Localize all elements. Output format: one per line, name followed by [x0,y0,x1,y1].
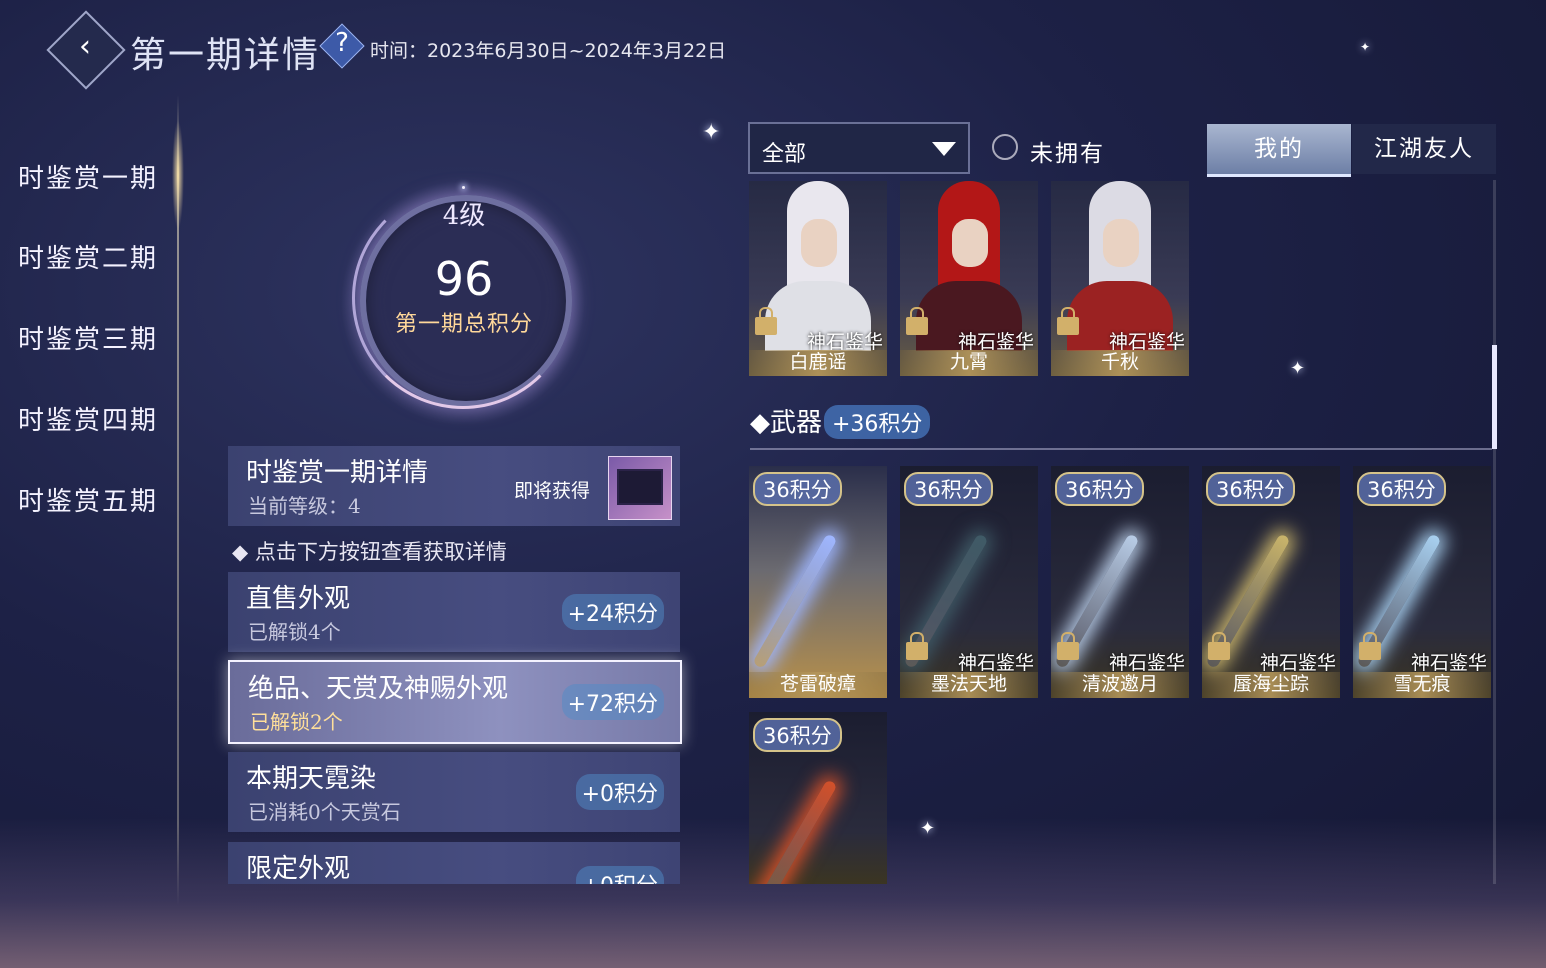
score-card-sub: 已解锁2个 [250,710,343,734]
sparkle-decor: ✦ [1360,40,1371,54]
lock-icon [755,307,777,335]
points-badge: 36积分 [1357,472,1446,506]
section-label: 武器 [770,408,823,438]
detail-card-level: 当前等级：4 [248,494,361,518]
sparkle-decor: ✦ [1290,358,1306,379]
points-badge: 36积分 [1206,472,1295,506]
weapon-art [752,779,838,884]
score-card-title: 绝品、天赏及神赐外观 [248,674,509,704]
dropdown-value: 全部 [762,142,807,167]
lock-icon [1208,632,1230,660]
score-card-direct[interactable]: 直售外观 已解锁4个 +24积分 [228,572,680,652]
nav-active-glow [172,120,184,230]
score-card-title: 本期天霓染 [246,764,377,794]
period-time: 时间：2023年6月30日~2024年3月22日 [370,40,727,62]
nav-item-period-4[interactable]: 时鉴赏四期 [18,400,158,437]
item-name: 九霄 [949,351,988,373]
character-face [801,219,837,267]
lock-icon [1359,632,1381,660]
period-detail-card[interactable]: 时鉴赏一期详情 当前等级：4 即将获得 [228,446,680,526]
weapon-item[interactable]: 36积分 神石鉴华 蜃海尘踪 [1202,466,1340,698]
hint-label: 点击下方按钮查看获取详情 [254,540,507,564]
nav-item-period-2[interactable]: 时鉴赏二期 [18,238,158,275]
page-title: 第一期详情 [130,35,321,76]
lock-icon [1057,632,1079,660]
score-card-sub: 已解锁4个 [248,620,341,644]
outfit-item[interactable]: 神石鉴华 千秋 [1051,181,1189,376]
item-name: 清波邀月 [1081,673,1158,695]
scrollbar-thumb[interactable] [1492,345,1497,449]
tab-friends[interactable]: 江湖友人 [1352,124,1496,174]
section-divider [750,448,1492,450]
item-name: 千秋 [1100,351,1139,373]
score-card-premium[interactable]: 绝品、天赏及神赐外观 已解锁2个 +72积分 [228,660,682,744]
weapon-item[interactable]: 36积分 神石鉴华 雪无痕 [1353,466,1491,698]
weapon-item[interactable]: 36积分 神石鉴华 清波邀月 [1051,466,1189,698]
unowned-radio[interactable] [992,134,1018,160]
score-card-points: +24积分 [561,594,664,630]
nav-item-period-1[interactable]: 时鉴赏一期 [18,158,158,195]
scrollbar-track[interactable] [1493,180,1496,884]
score-card-points: +0积分 [575,774,664,810]
upcoming-reward-thumbnail[interactable] [608,456,672,520]
sparkle-decor: ✦ [702,120,721,145]
upcoming-reward-label: 即将获得 [514,480,591,502]
item-name: 白鹿谣 [789,351,847,373]
weapon-art [752,533,838,669]
back-arrow-icon[interactable]: ‹ [64,30,106,64]
score-card-limited[interactable]: 限定外观 +0积分 [228,842,680,884]
nav-item-period-5[interactable]: 时鉴赏五期 [18,481,158,518]
hint-text: ◆ 点击下方按钮查看获取详情 [232,540,507,564]
total-score: 96 [434,252,494,306]
points-badge: 36积分 [1055,472,1144,506]
weapon-item[interactable]: 36积分 苍雷破瘴 [749,466,887,698]
score-card-sub: 已消耗0个天赏石 [248,800,401,824]
lock-icon [906,632,928,660]
sparkle-decor: ✦ [920,818,936,839]
section-title: ◆武器 [750,408,823,438]
outfit-item[interactable]: 神石鉴华 白鹿谣 [749,181,887,376]
score-card-points: +0积分 [575,866,664,884]
item-name: 苍雷破瘴 [779,673,856,695]
unowned-radio-label[interactable]: 未拥有 [1030,134,1105,168]
section-points: +36积分 [824,405,931,439]
score-card-title: 直售外观 [246,584,351,614]
score-card-title: 限定外观 [246,854,351,884]
character-face [952,219,988,267]
tab-mine[interactable]: 我的 [1207,124,1351,177]
weapon-item[interactable]: 36积分 神石鉴华 墨法天地 [900,466,1038,698]
level-label: 4级 [442,201,486,231]
help-icon[interactable]: ? [330,28,354,58]
lock-icon [1057,307,1079,335]
item-name: 蜃海尘踪 [1232,673,1309,695]
chevron-down-icon [932,142,956,156]
outfit-item[interactable]: 神石鉴华 九霄 [900,181,1038,376]
item-name: 墨法天地 [930,673,1007,695]
points-badge: 36积分 [753,718,842,752]
score-card-dye[interactable]: 本期天霓染 已消耗0个天赏石 +0积分 [228,752,680,832]
detail-card-title: 时鉴赏一期详情 [246,458,429,488]
score-card-points: +72积分 [561,684,664,720]
lock-icon [906,307,928,335]
character-face [1103,219,1139,267]
nav-item-period-3[interactable]: 时鉴赏三期 [18,319,158,356]
category-dropdown[interactable]: 全部 [748,122,970,174]
item-name: 雪无痕 [1393,673,1451,695]
points-badge: 36积分 [753,472,842,506]
weapon-item[interactable]: 36积分 [749,712,887,884]
points-badge: 36积分 [904,472,993,506]
total-score-label: 第一期总积分 [394,312,533,337]
